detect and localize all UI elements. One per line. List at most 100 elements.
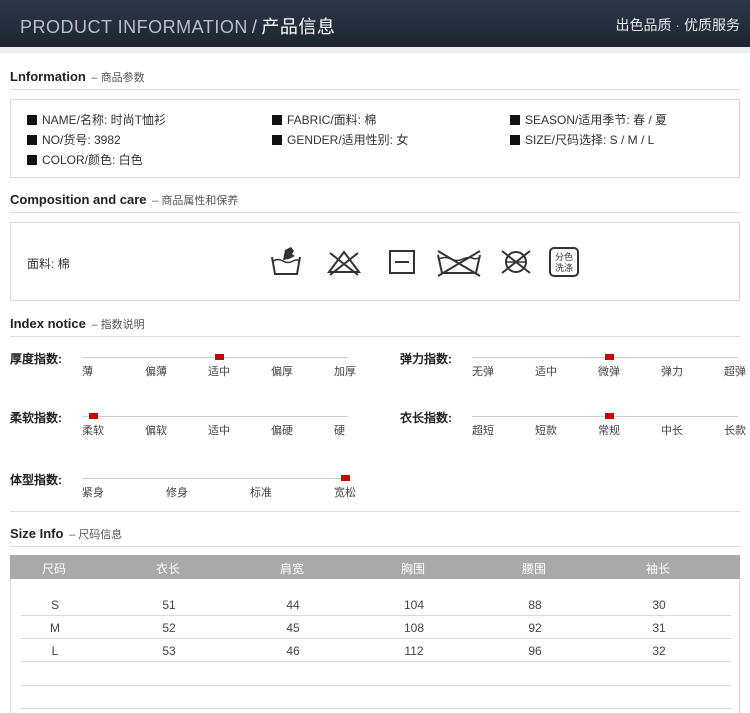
size-column-header: 胸围 — [400, 562, 426, 576]
index-track — [82, 478, 348, 479]
composition-title: Composition and care – 商品属性和保养 — [10, 192, 238, 208]
index-selected-marker — [605, 354, 614, 360]
size-cell: 108 — [403, 621, 425, 635]
bullet-square-icon — [27, 135, 37, 145]
info-item-text: SEASON/适用季节: 春 / 夏 — [525, 113, 668, 127]
size-cell: 46 — [286, 644, 300, 658]
composition-box: 面料: 棉 分色 洗涤 — [10, 222, 740, 301]
composition-title-text: Composition and care — [10, 192, 147, 207]
dry-flat-icon — [389, 250, 415, 274]
size-column-header: 尺码 — [41, 562, 67, 576]
info-item-gender: GENDER/适用性别: 女 — [272, 131, 408, 148]
size-cell: 96 — [528, 644, 542, 658]
index-option: 偏软 — [145, 425, 167, 437]
bullet-square-icon — [272, 115, 282, 125]
size-rule — [10, 546, 740, 547]
size-cell: 44 — [286, 598, 300, 612]
index-option: 适中 — [535, 366, 557, 378]
info-item-text: NO/货号: 3982 — [42, 133, 121, 147]
index-option: 超短 — [472, 425, 494, 437]
index-rule — [10, 336, 740, 337]
size-title-text: Size Info — [10, 526, 64, 541]
size-column-header: 腰围 — [521, 562, 547, 576]
size-column-header: 袖长 — [645, 562, 671, 576]
information-subtitle: – 商品参数 — [91, 72, 145, 84]
size-cell: 32 — [652, 644, 666, 658]
index-option: 弹力 — [661, 366, 683, 378]
index-selected-marker — [215, 354, 224, 360]
banner-slogan: 出色品质 · 优质服务 — [615, 17, 740, 33]
no-bleach-icon — [327, 250, 361, 276]
index-option: 偏厚 — [271, 366, 293, 378]
size-cell: 92 — [528, 621, 542, 635]
info-item-fabric: FABRIC/面料: 棉 — [272, 111, 376, 128]
size-cell: 45 — [286, 621, 300, 635]
info-item-text: GENDER/适用性别: 女 — [287, 133, 409, 147]
information-title-text: Lnformation — [10, 69, 86, 84]
index-label: 柔软指数: — [10, 411, 62, 425]
index-title-text: Index notice — [10, 316, 86, 331]
index-title: Index notice – 指数说明 — [10, 316, 145, 332]
size-cell: L — [51, 644, 59, 658]
index-option: 中长 — [661, 425, 683, 437]
size-subtitle: – 尺码信息 — [69, 529, 123, 541]
bullet-square-icon — [272, 135, 282, 145]
index-option: 超弹 — [724, 366, 746, 378]
info-item-name: NAME/名称: 时尚T恤衫 — [27, 111, 166, 128]
size-title: Size Info – 尺码信息 — [10, 526, 122, 542]
size-cell: 112 — [404, 644, 424, 658]
size-cell: M — [50, 621, 60, 635]
size-cell: 88 — [528, 598, 542, 612]
wash-separately-line-2: 洗涤 — [554, 263, 573, 273]
index-option: 修身 — [166, 487, 188, 499]
information-title: Lnformation – 商品参数 — [10, 69, 145, 85]
index-label: 衣长指数: — [400, 411, 452, 425]
size-table-body: S 51 44 104 88 30 M 52 45 108 92 31 L 53 46 112 96 32 — [10, 579, 740, 713]
size-table-header: 尺码 衣长 肩宽 胸围 腰围 袖长 — [10, 555, 740, 579]
index-option: 宽松 — [334, 487, 356, 499]
info-item-text: COLOR/颜色: 白色 — [42, 153, 143, 167]
index-track — [82, 416, 348, 417]
no-tumble-dry-icon — [437, 250, 481, 277]
banner-title-en: PRODUCT INFORMATION — [20, 17, 248, 37]
banner: PRODUCT INFORMATION / 产品信息 出色品质 · 优质服务 — [0, 0, 750, 47]
size-cell: 31 — [652, 621, 666, 635]
banner-divider — [0, 47, 750, 53]
size-cell: 104 — [403, 598, 425, 612]
size-cell: 30 — [652, 598, 666, 612]
index-option: 适中 — [208, 425, 230, 437]
index-label: 厚度指数: — [10, 352, 62, 366]
index-option: 薄 — [82, 366, 93, 378]
info-item-text: FABRIC/面料: 棉 — [287, 113, 377, 127]
bullet-square-icon — [27, 115, 37, 125]
table-row-divider — [21, 661, 731, 662]
composition-subtitle: – 商品属性和保养 — [152, 195, 239, 207]
info-item-size: SIZE/尺码选择: S / M / L — [510, 131, 654, 148]
index-bottom-rule — [10, 511, 740, 512]
index-option: 常规 — [598, 425, 620, 437]
index-option: 柔软 — [82, 425, 104, 437]
index-option: 短款 — [535, 425, 557, 437]
table-row-divider — [21, 685, 731, 686]
index-selected-marker — [605, 413, 614, 419]
information-rule — [10, 89, 740, 90]
index-option: 微弹 — [598, 366, 620, 378]
index-label: 弹力指数: — [400, 352, 452, 366]
index-option: 偏薄 — [145, 366, 167, 378]
size-column-header: 衣长 — [155, 562, 181, 576]
info-item-text: NAME/名称: 时尚T恤衫 — [42, 113, 167, 127]
wash-separately-icon: 分色 洗涤 — [549, 247, 579, 277]
table-row-divider — [21, 615, 731, 616]
index-selected-marker — [89, 413, 98, 419]
hand-wash-icon — [271, 247, 301, 275]
index-option: 硬 — [334, 425, 345, 437]
info-item-color: COLOR/颜色: 白色 — [27, 151, 143, 168]
size-cell: S — [50, 598, 60, 612]
banner-title-zh: 产品信息 — [261, 17, 336, 37]
index-subtitle: – 指数说明 — [91, 319, 145, 331]
bullet-square-icon — [510, 135, 520, 145]
table-row-divider — [21, 708, 731, 709]
bullet-square-icon — [510, 115, 520, 125]
composition-rule — [10, 212, 740, 213]
information-box: NAME/名称: 时尚T恤衫 NO/货号: 3982 COLOR/颜色: 白色 … — [10, 99, 740, 178]
